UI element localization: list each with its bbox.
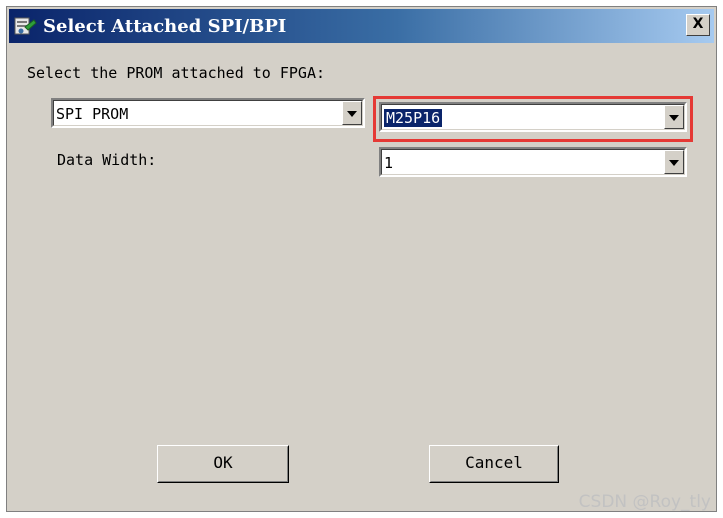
dialog-window: Select Attached SPI/BPI X Select the PRO… [6, 6, 717, 512]
chevron-down-icon [669, 160, 679, 166]
prom-part-select[interactable]: M25P16 [379, 102, 687, 132]
cancel-button[interactable]: Cancel [429, 445, 559, 483]
prom-type-select[interactable]: SPI PROM [51, 98, 365, 128]
prom-type-value: SPI PROM [56, 105, 129, 123]
chevron-down-icon [347, 111, 357, 117]
watermark: CSDN @Roy_tly [578, 492, 711, 512]
prom-part-value: M25P16 [384, 109, 443, 127]
close-icon: X [692, 16, 704, 32]
prom-prompt-label: Select the PROM attached to FPGA: [27, 64, 326, 82]
data-width-value: 1 [384, 154, 394, 172]
close-button[interactable]: X [686, 14, 710, 36]
prom-type-dropdown-button[interactable] [342, 101, 362, 125]
chevron-down-icon [669, 115, 679, 121]
data-width-select[interactable]: 1 [379, 147, 687, 177]
title-bar[interactable]: Select Attached SPI/BPI X [9, 9, 714, 43]
ok-button[interactable]: OK [157, 445, 289, 483]
app-icon [13, 15, 37, 37]
data-width-dropdown-button[interactable] [664, 150, 684, 174]
data-width-label: Data Width: [57, 151, 157, 169]
prom-part-dropdown-button[interactable] [664, 105, 684, 129]
window-title: Select Attached SPI/BPI [43, 16, 287, 37]
